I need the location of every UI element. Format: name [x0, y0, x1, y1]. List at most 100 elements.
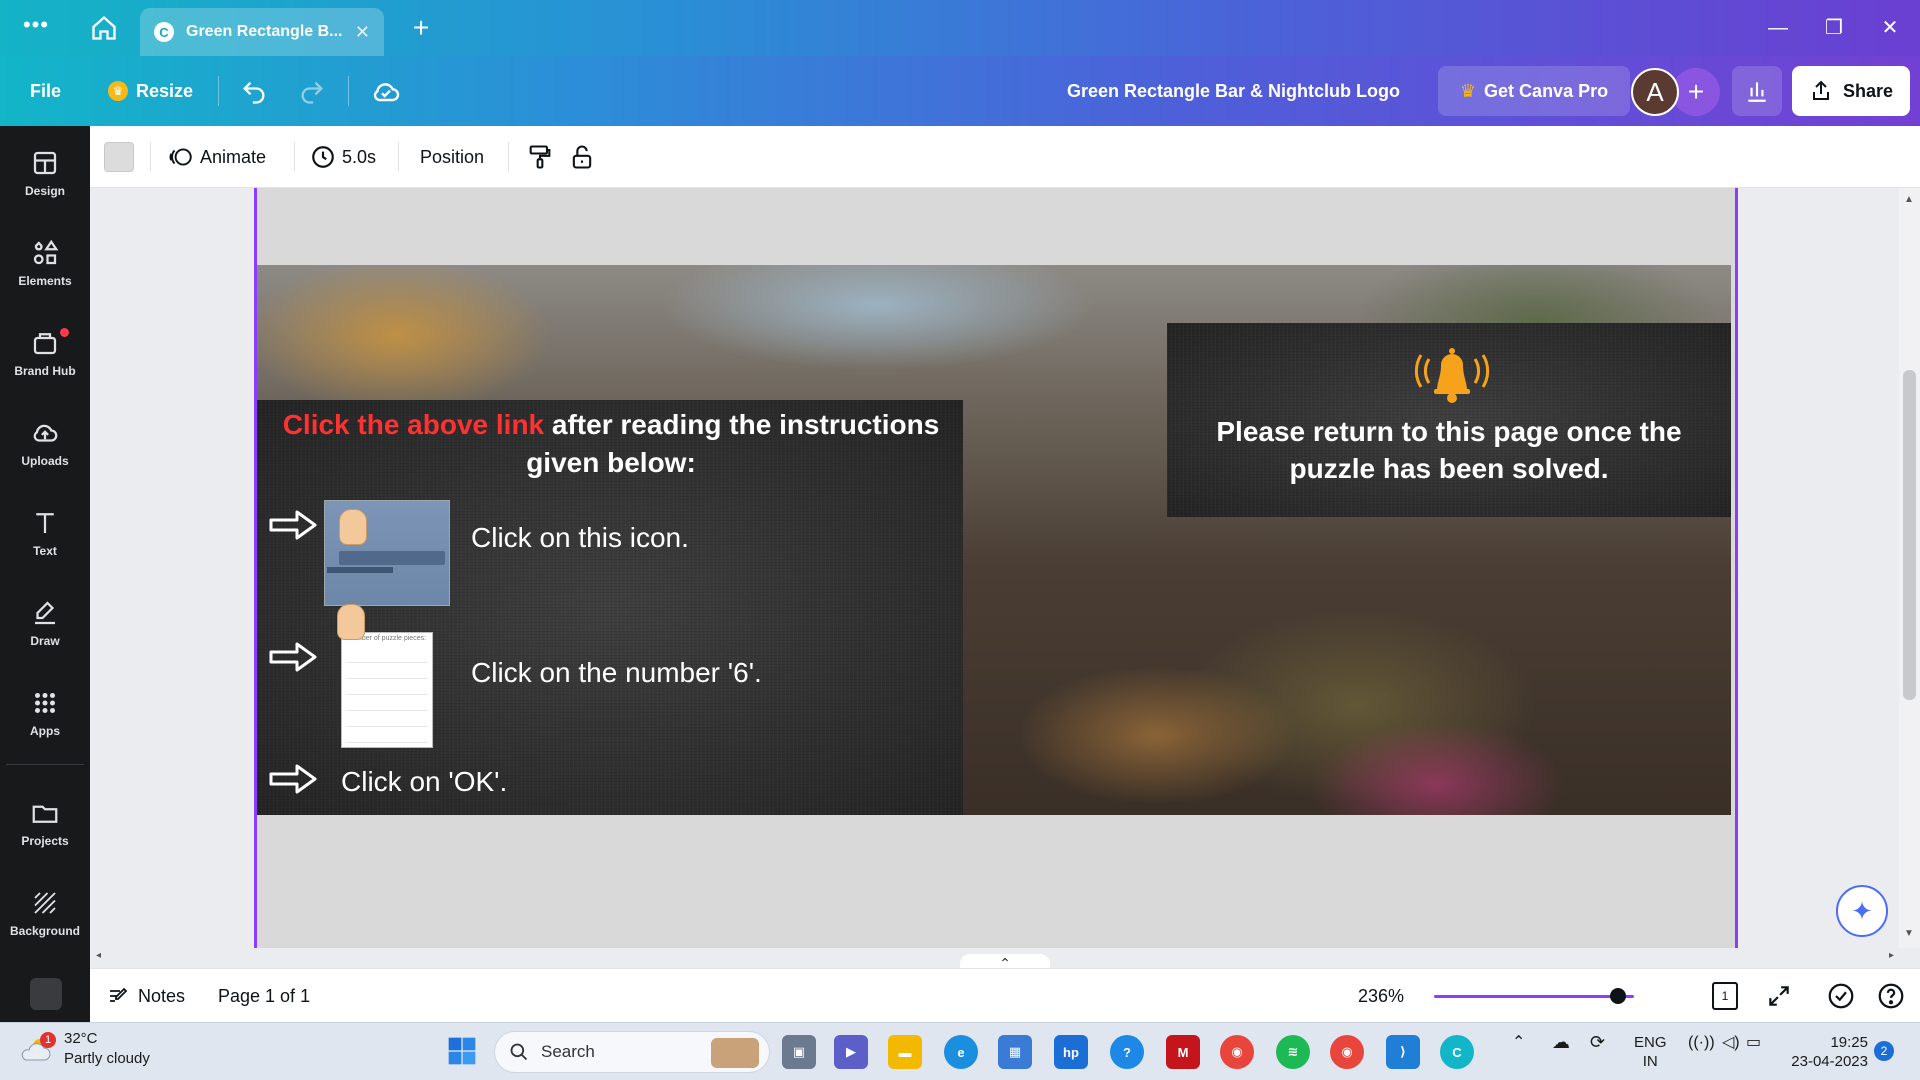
scrollbar-thumb[interactable]	[1903, 370, 1916, 700]
task-view-icon[interactable]: ▣	[782, 1035, 816, 1069]
zoom-slider[interactable]	[1434, 995, 1634, 998]
upload-icon	[33, 424, 58, 442]
tray-overflow-icon[interactable]: ⌃	[1512, 1033, 1525, 1052]
language-indicator[interactable]: ENG IN	[1634, 1033, 1667, 1071]
volume-icon[interactable]: ◁)	[1722, 1033, 1740, 1052]
vscode-icon[interactable]: ⟩	[1386, 1035, 1420, 1069]
help-app-icon[interactable]: ?	[1110, 1035, 1144, 1069]
vertical-scrollbar[interactable]: ▲ ▼	[1899, 188, 1920, 948]
sidebar-item-uploads[interactable]: Uploads	[0, 410, 90, 490]
search-highlight-image	[711, 1038, 759, 1068]
divider	[398, 142, 399, 172]
battery-icon[interactable]: ▭	[1746, 1033, 1761, 1052]
new-tab-icon[interactable]: +	[406, 12, 436, 44]
sidebar-item-apps[interactable]: Apps	[0, 680, 90, 760]
heading-rest-text: after reading the instructions given bel…	[526, 409, 940, 478]
resize-button[interactable]: ♛ Resize	[98, 70, 203, 112]
get-pro-label: Get Canva Pro	[1484, 80, 1609, 101]
edge-browser-icon[interactable]: e	[944, 1035, 978, 1069]
file-explorer-icon[interactable]: ▬	[888, 1035, 922, 1069]
microsoft-store-icon[interactable]: ▦	[998, 1035, 1032, 1069]
lock-icon[interactable]	[568, 142, 596, 172]
chrome-profile-icon[interactable]: ◉	[1330, 1035, 1364, 1069]
share-button[interactable]: Share	[1792, 66, 1910, 116]
sidebar-item-design[interactable]: Design	[0, 140, 90, 220]
divider	[508, 142, 509, 172]
sidebar-item-projects[interactable]: Projects	[0, 790, 90, 870]
taskbar-search[interactable]: Search	[494, 1031, 770, 1073]
sidebar-divider	[6, 764, 84, 765]
magic-sparkle-button[interactable]: ✦	[1836, 885, 1888, 937]
instructions-panel[interactable]: Click the above link after reading the i…	[257, 400, 963, 815]
teams-chat-icon[interactable]: ▶	[834, 1035, 868, 1069]
scroll-down-icon[interactable]: ▼	[1904, 928, 1914, 939]
pointing-hand-icon	[337, 604, 365, 640]
analytics-button[interactable]	[1732, 66, 1782, 116]
undo-icon[interactable]	[240, 78, 268, 106]
notes-label: Notes	[138, 985, 186, 1006]
zoom-slider-handle[interactable]	[1610, 988, 1626, 1004]
notification-dot	[60, 328, 69, 337]
duration-button[interactable]: 5.0s	[310, 140, 376, 174]
bell-icon	[1414, 348, 1490, 403]
page-indicator[interactable]: Page 1 of 1	[218, 981, 310, 1011]
notes-button[interactable]: Notes	[106, 981, 185, 1011]
resize-label: Resize	[136, 80, 194, 101]
position-button[interactable]: Position	[420, 140, 484, 174]
sidebar-item-background[interactable]: Background	[0, 880, 90, 960]
tab-title: Green Rectangle B...	[186, 23, 343, 40]
canva-app-icon[interactable]: C	[1440, 1035, 1474, 1069]
design-image[interactable]: Click the above link after reading the i…	[257, 265, 1731, 815]
tab-close-icon[interactable]: ✕	[355, 22, 370, 43]
minimize-icon[interactable]: —	[1758, 10, 1798, 46]
get-canva-pro-button[interactable]: ♛ Get Canva Pro	[1438, 66, 1630, 116]
page-grid-button[interactable]: 1	[1712, 981, 1738, 1011]
windows-start-icon[interactable]	[446, 1035, 478, 1067]
animate-label: Animate	[200, 146, 267, 167]
sync-icon[interactable]: ⟳	[1590, 1033, 1605, 1052]
document-title[interactable]: Green Rectangle Bar & Nightclub Logo	[1040, 70, 1400, 112]
scroll-up-icon[interactable]: ▲	[1904, 194, 1914, 205]
animate-button[interactable]: Animate	[168, 140, 266, 174]
clock[interactable]: 19:25 23-04-2023	[1784, 1033, 1868, 1071]
weather-widget[interactable]: 1 32°C Partly cloudy	[20, 1029, 150, 1069]
cloud-saved-icon[interactable]	[370, 76, 402, 108]
onedrive-icon[interactable]: ☁	[1552, 1033, 1570, 1052]
spotify-icon[interactable]: ≋	[1276, 1035, 1310, 1069]
windows-taskbar: 1 32°C Partly cloudy Search ▣ ▶ ▬ e ▦ hp…	[0, 1022, 1920, 1080]
color-swatch[interactable]	[104, 142, 134, 172]
wifi-icon[interactable]: ((·))	[1688, 1033, 1715, 1052]
divider	[348, 76, 349, 106]
notification-badge[interactable]: 2	[1874, 1041, 1894, 1061]
more-dots-icon[interactable]: •••	[22, 14, 50, 42]
sidebar-item-elements[interactable]: Elements	[0, 230, 90, 310]
home-icon[interactable]	[90, 14, 118, 42]
folder-icon	[32, 805, 58, 823]
region-code: IN	[1642, 1053, 1658, 1070]
sidebar-item-draw[interactable]: Draw	[0, 590, 90, 670]
file-menu-button[interactable]: File	[20, 70, 71, 112]
zoom-percentage[interactable]: 236%	[1358, 981, 1404, 1011]
drive-app-icon[interactable]	[30, 978, 62, 1010]
sidebar-label: Design	[24, 184, 65, 198]
sidebar-item-text[interactable]: Text	[0, 500, 90, 580]
redo-icon[interactable]	[298, 78, 326, 106]
sidebar-label: Brand Hub	[14, 364, 76, 378]
browser-tab[interactable]: C Green Rectangle B... ✕	[140, 8, 384, 56]
check-icon[interactable]	[1826, 981, 1856, 1011]
return-message-panel[interactable]: Please return to this page once the puzz…	[1167, 323, 1731, 517]
avatar[interactable]: A	[1631, 68, 1679, 116]
myhp-icon[interactable]: hp	[1054, 1035, 1088, 1069]
window-close-icon[interactable]: ✕	[1870, 10, 1910, 46]
fullscreen-icon[interactable]	[1766, 983, 1792, 1009]
scroll-right-icon[interactable]: ▸	[1889, 950, 1894, 961]
restore-icon[interactable]: ❐	[1814, 10, 1854, 46]
arrow-right-icon	[269, 764, 317, 794]
mcafee-icon[interactable]: M	[1166, 1035, 1200, 1069]
scroll-left-icon[interactable]: ◂	[96, 950, 101, 961]
chrome-icon[interactable]: ◉	[1220, 1035, 1254, 1069]
sidebar-item-brand-hub[interactable]: Brand Hub	[0, 320, 90, 400]
add-people-icon[interactable]: +	[1672, 68, 1720, 116]
help-icon[interactable]	[1876, 981, 1906, 1011]
copy-style-icon[interactable]	[526, 142, 554, 172]
